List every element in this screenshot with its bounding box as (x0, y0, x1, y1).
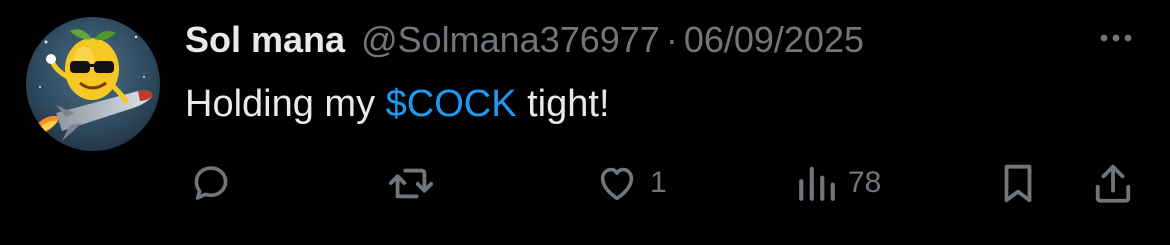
reply-button[interactable] (188, 160, 234, 206)
share-icon (1095, 164, 1131, 203)
tweet-header: Sol mana @Solmana376977 · 06/09/2025 (185, 14, 864, 66)
reply-icon (194, 166, 228, 200)
views-button[interactable]: 78 (796, 160, 881, 206)
retweet-button[interactable] (386, 160, 436, 206)
like-button[interactable]: 1 (594, 160, 667, 206)
like-count: 1 (650, 166, 667, 199)
tweet-text-before: Holding my (185, 83, 386, 125)
tweet-date[interactable]: 06/09/2025 (684, 14, 864, 66)
retweet-icon (388, 168, 434, 199)
bookmark-button[interactable] (998, 160, 1038, 206)
tweet-text: Holding my $COCK tight! (185, 78, 610, 130)
author-handle[interactable]: @Solmana376977 (361, 14, 660, 66)
cashtag-link[interactable]: $COCK (386, 83, 517, 125)
lemon-rocket-avatar-image (26, 17, 160, 151)
more-options-icon[interactable] (1090, 24, 1142, 52)
views-count: 78 (848, 166, 882, 199)
share-button[interactable] (1092, 160, 1134, 206)
separator-dot: · (665, 19, 678, 60)
tweet-text-after: tight! (516, 83, 610, 125)
author-display-name[interactable]: Sol mana (185, 14, 345, 66)
bookmark-icon (1004, 164, 1032, 203)
avatar[interactable] (26, 17, 160, 151)
tweet-card[interactable]: Sol mana @Solmana376977 · 06/09/2025 Hol… (0, 0, 1170, 245)
views-icon (799, 166, 835, 201)
heart-icon (600, 167, 634, 201)
